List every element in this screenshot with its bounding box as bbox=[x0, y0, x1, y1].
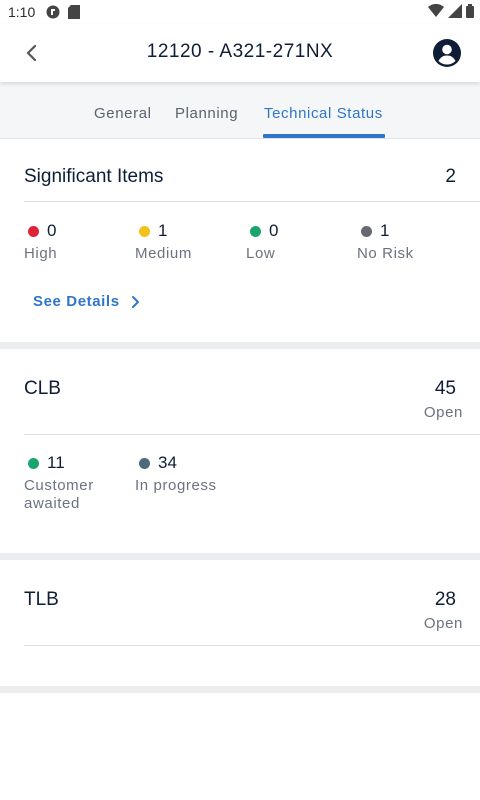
clb-stat-customer-awaited: 11 Customer awaited bbox=[24, 453, 134, 513]
clb-stat-in-progress: 34 In progress bbox=[135, 453, 245, 495]
risk-stat-medium: 1 Medium bbox=[135, 221, 245, 263]
clb-stat-value: 11 bbox=[47, 453, 65, 472]
risk-stat-value: 1 bbox=[158, 221, 168, 240]
risk-stat-label: High bbox=[24, 245, 58, 262]
tab-bar: General Planning Technical Status bbox=[0, 82, 480, 139]
tlb-title: TLB bbox=[24, 589, 59, 610]
grey-status-dot-icon bbox=[361, 225, 372, 237]
risk-stat-high: 0 High bbox=[24, 221, 134, 263]
tab-general[interactable]: General bbox=[94, 105, 152, 122]
section-divider bbox=[0, 686, 480, 693]
status-icons bbox=[428, 3, 474, 23]
tlb-open-label: Open bbox=[423, 615, 463, 632]
clb-open-label: Open bbox=[423, 404, 463, 421]
risk-stat-label: No Risk bbox=[357, 245, 414, 262]
account-circle-icon bbox=[433, 39, 461, 67]
red-status-dot-icon bbox=[28, 225, 39, 237]
divider bbox=[24, 434, 480, 435]
yellow-status-dot-icon bbox=[139, 225, 150, 237]
wifi-icon bbox=[428, 3, 444, 23]
divider bbox=[24, 201, 480, 202]
tlb-count: 28 bbox=[434, 589, 456, 610]
clb-count: 45 bbox=[434, 378, 456, 399]
tab-planning[interactable]: Planning bbox=[175, 105, 238, 122]
profile-button[interactable] bbox=[432, 38, 462, 68]
battery-icon bbox=[466, 4, 474, 23]
status-time: 1:10 bbox=[8, 4, 36, 20]
chevron-right-icon bbox=[131, 295, 139, 308]
risk-stat-no-risk: 1 No Risk bbox=[357, 221, 467, 263]
clb-stat-label: Customer awaited bbox=[24, 477, 94, 512]
clb-title: CLB bbox=[24, 378, 61, 399]
section-divider bbox=[0, 342, 480, 349]
see-details-label: See Details bbox=[33, 293, 120, 310]
risk-stat-label: Medium bbox=[135, 245, 192, 262]
risk-stat-low: 0 Low bbox=[246, 221, 356, 263]
signal-icon bbox=[448, 4, 462, 23]
clb-stat-value: 34 bbox=[158, 453, 177, 472]
clb-section[interactable]: CLB 45 Open 11 Customer awaited 34 In pr… bbox=[0, 349, 480, 553]
tlb-section[interactable]: TLB 28 Open bbox=[0, 560, 480, 686]
sd-card-icon bbox=[68, 5, 80, 24]
risk-stat-value: 1 bbox=[380, 221, 390, 240]
app-notification-icon bbox=[46, 5, 60, 24]
clb-stat-label: In progress bbox=[135, 477, 217, 494]
significant-items-title: Significant Items bbox=[24, 166, 164, 187]
see-details-link[interactable]: See Details bbox=[33, 293, 142, 310]
significant-items-count: 2 bbox=[445, 166, 456, 187]
divider bbox=[24, 645, 480, 646]
significant-items-section: Significant Items 2 0 High 1 Medium 0 Lo… bbox=[0, 139, 480, 342]
risk-stat-value: 0 bbox=[47, 221, 57, 240]
status-bar: 1:10 bbox=[0, 0, 480, 24]
section-divider bbox=[0, 553, 480, 560]
risk-stat-value: 0 bbox=[269, 221, 279, 240]
slate-status-dot-icon bbox=[139, 457, 150, 469]
active-tab-indicator bbox=[263, 134, 385, 138]
app-header: 12120 - A321-271NX bbox=[0, 24, 480, 82]
risk-stat-label: Low bbox=[246, 245, 276, 262]
page-title: 12120 - A321-271NX bbox=[146, 41, 334, 62]
green-status-dot-icon bbox=[28, 457, 39, 469]
tab-technical-status[interactable]: Technical Status bbox=[264, 105, 383, 122]
green-status-dot-icon bbox=[250, 225, 261, 237]
